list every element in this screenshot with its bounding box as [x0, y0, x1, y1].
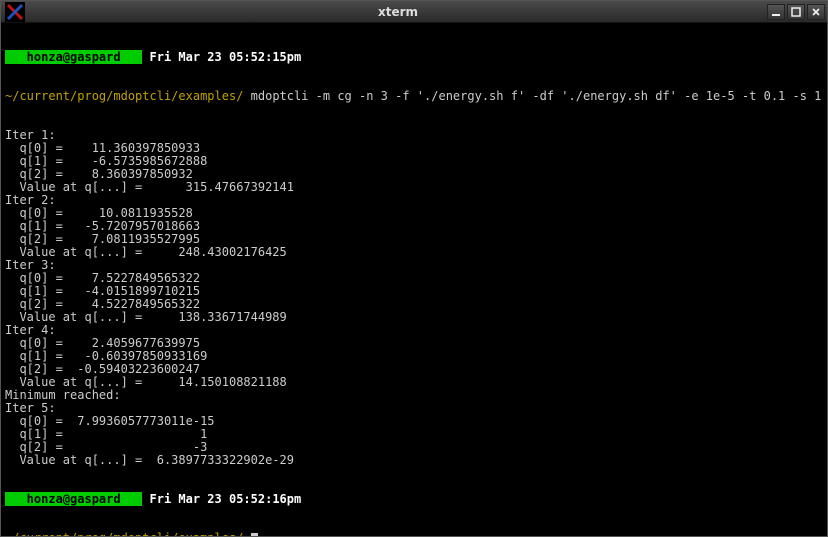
command-line: ~/current/prog/mdoptcli/examples/ mdoptc… — [5, 90, 823, 103]
window-buttons — [767, 4, 825, 20]
maximize-button[interactable] — [787, 4, 805, 20]
prompt-date: Fri Mar 23 05:52:15pm — [142, 50, 301, 64]
cwd: ~/current/prog/mdoptcli/examples/ — [5, 89, 251, 103]
output-line: Minimum reached: — [5, 389, 823, 402]
prompt-date: Fri Mar 23 05:52:16pm — [142, 492, 301, 506]
cwd: ~/current/prog/mdoptcli/examples/ — [5, 531, 251, 536]
output-line: Value at q[...] = 6.3897733322902e-29 — [5, 454, 823, 467]
prompt-user: honza@gaspard — [5, 492, 142, 506]
xterm-app-icon — [5, 2, 25, 22]
output-line: Value at q[...] = 248.43002176425 — [5, 246, 823, 259]
xterm-window: xterm honza@gaspard Fri Mar 23 05:52:15p… — [0, 0, 828, 537]
prompt-line-2: honza@gaspard Fri Mar 23 05:52:16pm — [5, 493, 823, 506]
window-title: xterm — [29, 5, 767, 19]
titlebar[interactable]: xterm — [1, 1, 827, 23]
output-block: Iter 1: q[0] = 11.360397850933 q[1] = -6… — [5, 129, 823, 467]
minimize-button[interactable] — [767, 4, 785, 20]
command-text: mdoptcli -m cg -n 3 -f './energy.sh f' -… — [251, 89, 827, 103]
terminal-area[interactable]: honza@gaspard Fri Mar 23 05:52:15pm ~/cu… — [1, 23, 827, 536]
cursor — [251, 533, 258, 536]
cwd-line-2: ~/current/prog/mdoptcli/examples/ — [5, 532, 823, 536]
close-button[interactable] — [807, 4, 825, 20]
output-line: Value at q[...] = 14.150108821188 — [5, 376, 823, 389]
prompt-user: honza@gaspard — [5, 50, 142, 64]
output-line: Value at q[...] = 315.47667392141 — [5, 181, 823, 194]
prompt-line-1: honza@gaspard Fri Mar 23 05:52:15pm — [5, 51, 823, 64]
output-line: Value at q[...] = 138.33671744989 — [5, 311, 823, 324]
